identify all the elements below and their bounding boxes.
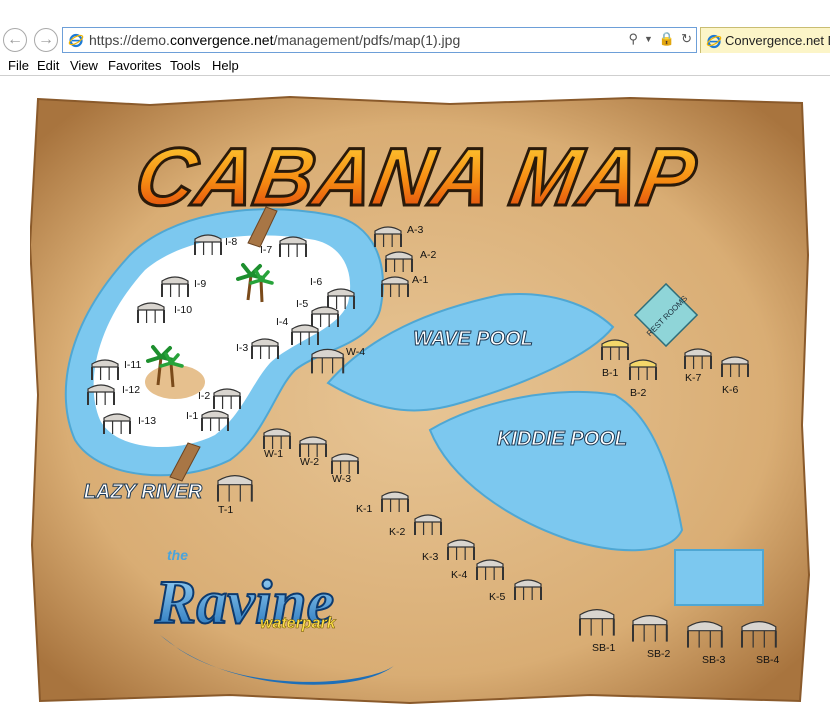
refresh-icon[interactable]: ↻ [681, 31, 692, 47]
menu-help[interactable]: Help [212, 58, 239, 73]
cabana-label: T-1 [218, 504, 233, 516]
cabana-label: SB-3 [702, 654, 726, 666]
menu-bar: File Edit View Favorites Tools Help [0, 55, 830, 76]
cabana-label: I-6 [310, 276, 322, 288]
menu-file[interactable]: File [8, 58, 29, 73]
menu-favorites[interactable]: Favorites [108, 58, 161, 73]
menu-tools[interactable]: Tools [170, 58, 200, 73]
small-pool [674, 549, 764, 606]
dropdown-chevron-icon[interactable]: ▼ [644, 34, 653, 44]
cabana-label: I-3 [236, 342, 248, 354]
cabana-label: I-13 [138, 415, 156, 427]
cabana-label: SB-4 [756, 654, 780, 666]
forward-button[interactable]: → [34, 28, 58, 52]
kiddie-pool-label: KIDDIE POOL [497, 428, 627, 450]
wave-pool-label: WAVE POOL [413, 328, 533, 350]
lazy-river-label: LAZY RIVER [84, 481, 203, 503]
address-bar-row: ← → https://demo.convergence.net/managem… [0, 27, 830, 55]
cabana-label: I-10 [174, 304, 192, 316]
sand-patch [145, 365, 205, 399]
address-input[interactable]: https://demo.convergence.net/management/… [62, 27, 697, 53]
tab-ie-icon [706, 34, 722, 49]
cabana-label: SB-2 [647, 648, 671, 660]
cabana-label: W-3 [332, 473, 351, 485]
cabana-label: A-3 [407, 224, 424, 236]
cabana-label: K-7 [685, 372, 702, 384]
map-title: CABANA MAP [129, 131, 703, 223]
cabana-label: K-3 [422, 551, 439, 563]
cabana-label: A-1 [412, 274, 429, 286]
search-icon[interactable]: ⚲ [628, 31, 638, 47]
cabana-label: W-2 [300, 456, 319, 468]
cabana-label: K-1 [356, 503, 373, 515]
cabana-label: I-1 [186, 410, 198, 422]
cabana-label: I-11 [124, 359, 141, 371]
svg-text:waterpark: waterpark [260, 615, 337, 632]
cabana-label: K-5 [489, 591, 506, 603]
browser-tab[interactable]: Convergence.net D [700, 27, 830, 53]
back-arrow-icon: ← [7, 31, 23, 48]
cabana-label: W-1 [264, 448, 283, 460]
cabana-label: I-2 [198, 390, 210, 402]
menu-edit[interactable]: Edit [37, 58, 59, 73]
cabana-label: I-9 [194, 278, 206, 290]
cabana-label: B-2 [630, 387, 647, 399]
cabana-label: I-5 [296, 298, 308, 310]
map-svg: CABANA MAP WAVE POOL KIDDIE POOL REST RO… [30, 95, 810, 705]
forward-arrow-icon: → [38, 31, 54, 48]
ie-icon [68, 33, 84, 48]
tab-title: Convergence.net D [725, 33, 830, 48]
svg-text:the: the [167, 547, 188, 563]
back-button[interactable]: ← [3, 28, 27, 52]
cabana-label: K-2 [389, 526, 406, 538]
cabana-label: K-6 [722, 384, 739, 396]
cabana-label: I-8 [225, 236, 237, 248]
url-text: https://demo.convergence.net/management/… [89, 32, 461, 48]
cabana-label: I-4 [276, 316, 288, 328]
cabana-map-image: CABANA MAP WAVE POOL KIDDIE POOL REST RO… [30, 95, 810, 707]
cabana-label: K-4 [451, 569, 468, 581]
menu-view[interactable]: View [70, 58, 98, 73]
cabana-label: B-1 [602, 367, 619, 379]
cabana-label: I-12 [122, 384, 140, 396]
cabana-label: I-7 [260, 244, 272, 256]
cabana-label: SB-1 [592, 642, 616, 654]
lock-icon[interactable]: 🔒 [659, 31, 675, 47]
cabana-label: A-2 [420, 249, 437, 261]
cabana-label: W-4 [346, 346, 365, 358]
